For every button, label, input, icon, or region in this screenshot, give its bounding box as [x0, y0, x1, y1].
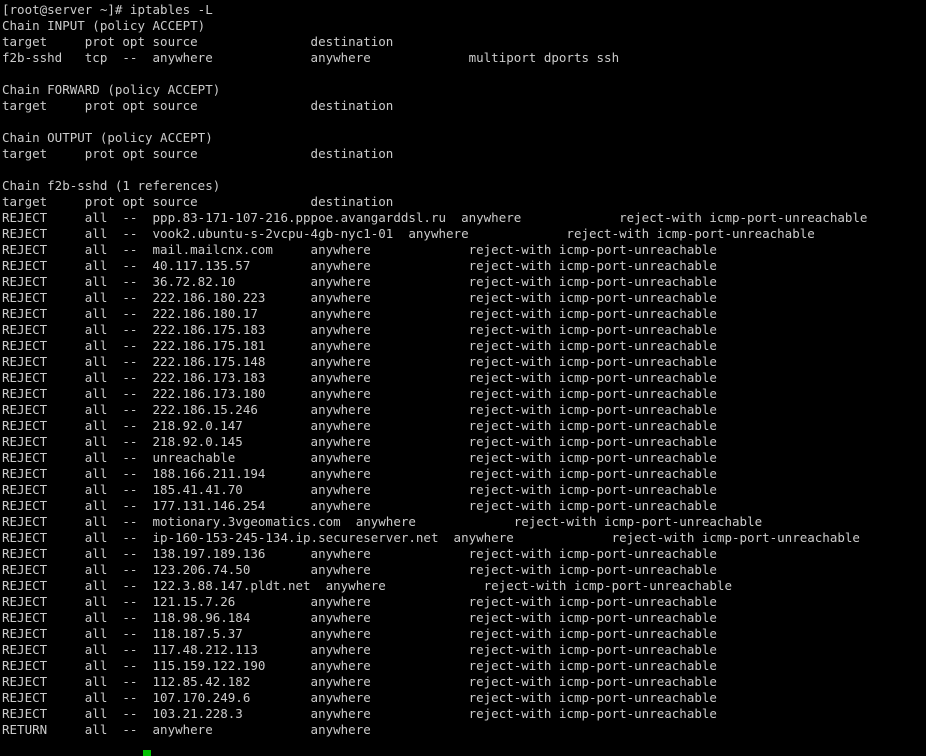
terminal-line: REJECT all -- 117.48.212.113 anywhere re…: [2, 642, 717, 657]
terminal-line: target prot opt source destination: [2, 34, 462, 49]
terminal-line: REJECT all -- 138.197.189.136 anywhere r…: [2, 546, 717, 561]
terminal-line: REJECT all -- 222.186.173.183 anywhere r…: [2, 370, 717, 385]
terminal-line: target prot opt source destination: [2, 98, 462, 113]
terminal-line: REJECT all -- 118.98.96.184 anywhere rej…: [2, 610, 717, 625]
terminal-line: REJECT all -- ppp.83-171-107-216.pppoe.a…: [2, 210, 868, 225]
terminal-line: REJECT all -- 115.159.122.190 anywhere r…: [2, 658, 717, 673]
terminal-line: REJECT all -- unreachable anywhere rejec…: [2, 450, 717, 465]
terminal-line: Chain f2b-sshd (1 references): [2, 178, 221, 193]
terminal-line: REJECT all -- 222.186.175.148 anywhere r…: [2, 354, 717, 369]
terminal-window[interactable]: [root@server ~]# iptables -L Chain INPUT …: [0, 0, 926, 756]
terminal-line: REJECT all -- 122.3.88.147.pldt.net anyw…: [2, 578, 732, 593]
terminal-line: REJECT all -- 118.187.5.37 anywhere reje…: [2, 626, 717, 641]
terminal-line: REJECT all -- 121.15.7.26 anywhere rejec…: [2, 594, 717, 609]
terminal-line: REJECT all -- 222.186.173.180 anywhere r…: [2, 386, 717, 401]
terminal-line: REJECT all -- 188.166.211.194 anywhere r…: [2, 466, 717, 481]
terminal-line: REJECT all -- mail.mailcnx.com anywhere …: [2, 242, 717, 257]
terminal-line: f2b-sshd tcp -- anywhere anywhere multip…: [2, 50, 620, 65]
terminal-line: Chain FORWARD (policy ACCEPT): [2, 82, 221, 97]
terminal-line: RETURN all -- anywhere anywhere: [2, 722, 462, 737]
terminal-line: REJECT all -- 222.186.180.17 anywhere re…: [2, 306, 717, 321]
terminal-line: [root@server ~]# iptables -L: [2, 2, 213, 17]
terminal-line: REJECT all -- 112.85.42.182 anywhere rej…: [2, 674, 717, 689]
terminal-line: target prot opt source destination: [2, 194, 462, 209]
terminal-output[interactable]: [root@server ~]# iptables -L Chain INPUT …: [2, 2, 867, 738]
terminal-line: REJECT all -- 218.92.0.145 anywhere reje…: [2, 434, 717, 449]
terminal-line: REJECT all -- 40.117.135.57 anywhere rej…: [2, 258, 717, 273]
terminal-line: REJECT all -- 218.92.0.147 anywhere reje…: [2, 418, 717, 433]
terminal-line: target prot opt source destination: [2, 146, 462, 161]
terminal-line: REJECT all -- 107.170.249.6 anywhere rej…: [2, 690, 717, 705]
terminal-cursor: [142, 750, 151, 756]
terminal-line: REJECT all -- 222.186.180.223 anywhere r…: [2, 290, 717, 305]
terminal-line: REJECT all -- 103.21.228.3 anywhere reje…: [2, 706, 717, 721]
terminal-line: REJECT all -- 222.186.175.183 anywhere r…: [2, 322, 717, 337]
terminal-line: Chain OUTPUT (policy ACCEPT): [2, 130, 213, 145]
terminal-line: REJECT all -- 222.186.175.181 anywhere r…: [2, 338, 717, 353]
terminal-line: REJECT all -- vook2.ubuntu-s-2vcpu-4gb-n…: [2, 226, 815, 241]
terminal-line: REJECT all -- 185.41.41.70 anywhere reje…: [2, 482, 717, 497]
terminal-line: REJECT all -- 36.72.82.10 anywhere rejec…: [2, 274, 717, 289]
terminal-line: REJECT all -- motionary.3vgeomatics.com …: [2, 514, 763, 529]
terminal-line: REJECT all -- ip-160-153-245-134.ip.secu…: [2, 530, 860, 545]
terminal-line: REJECT all -- 177.131.146.254 anywhere r…: [2, 498, 717, 513]
terminal-line: REJECT all -- 222.186.15.246 anywhere re…: [2, 402, 717, 417]
terminal-line: Chain INPUT (policy ACCEPT): [2, 18, 206, 33]
terminal-line: REJECT all -- 123.206.74.50 anywhere rej…: [2, 562, 717, 577]
